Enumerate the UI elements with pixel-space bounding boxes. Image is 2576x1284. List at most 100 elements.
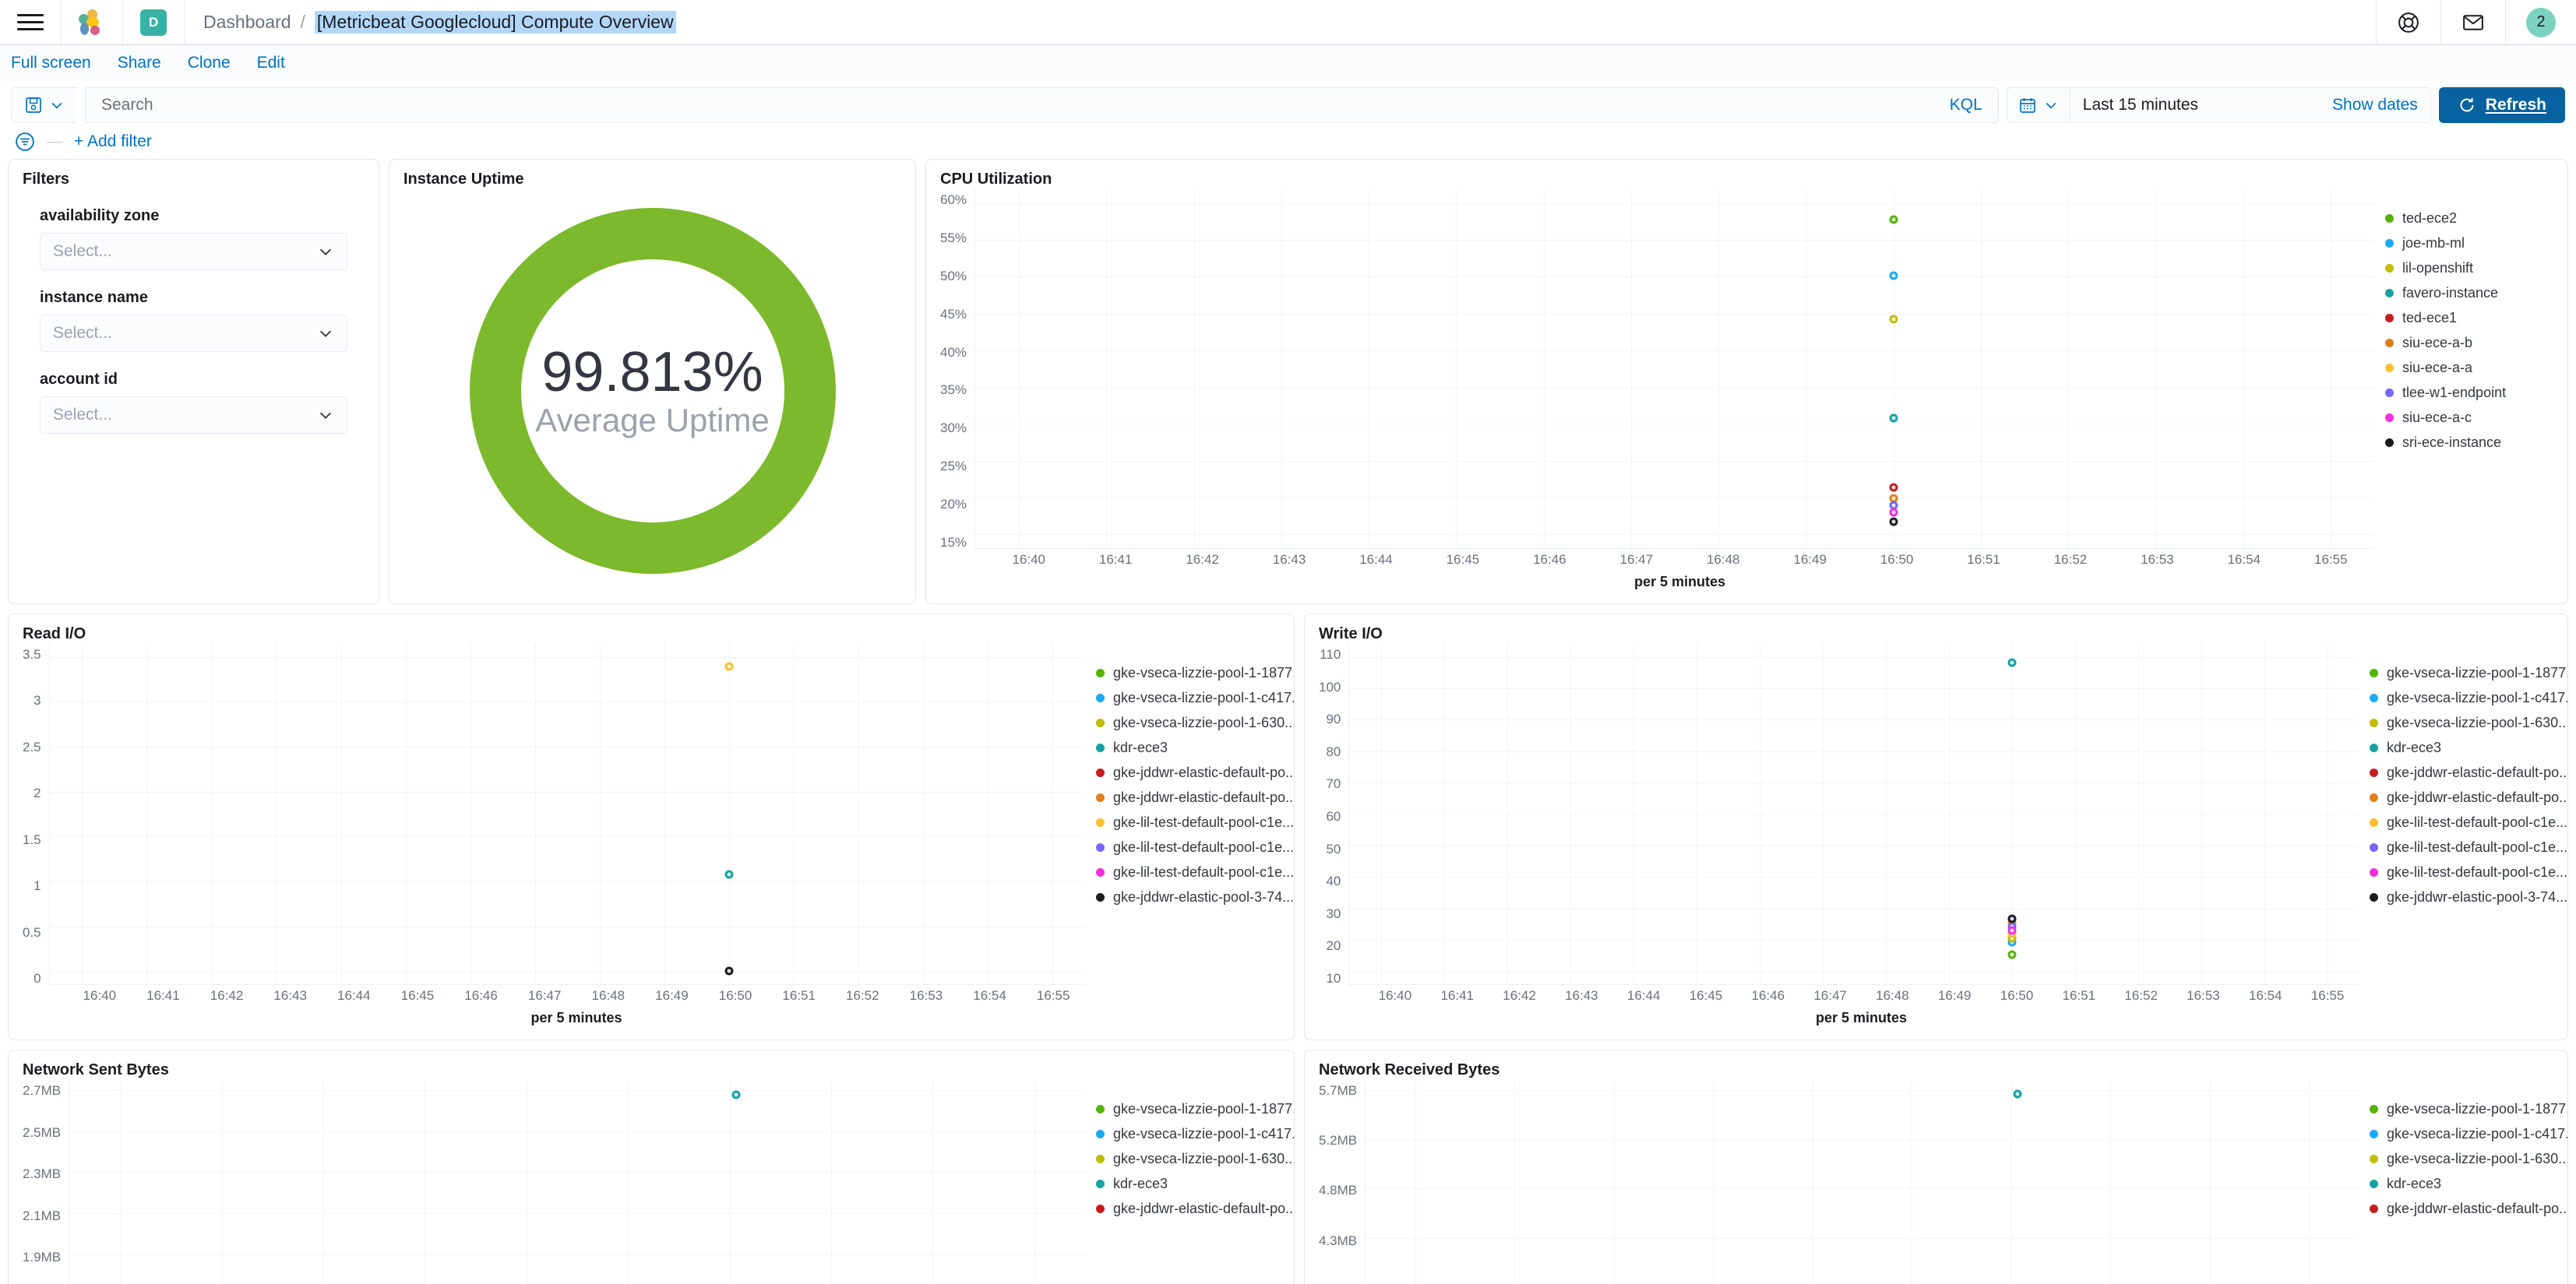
menu-button[interactable] [0,0,62,44]
chart-body: 110 100 90 80 70 60 50 40 30 20 10 16:40 16:41 16:42… [1319,643,2567,1026]
legend-item[interactable]: gke-vseca-lizzie-pool-1-c417... [1096,690,1294,706]
instance-name-select[interactable]: Select... [40,315,347,352]
search-input[interactable]: Search KQL [85,87,1999,123]
legend-item[interactable]: kdr-ece3 [2370,1176,2553,1192]
plot-canvas[interactable] [1348,643,2359,985]
y-tick-label: 4.3MB [1319,1233,1358,1248]
data-point[interactable] [1889,413,1898,423]
page-title[interactable]: [Metricbeat Googlecloud] Compute Overvie… [314,11,676,33]
y-tick-label: 35% [940,382,967,398]
gridline-horizontal [975,276,2374,278]
gridline-vertical [1543,188,1545,549]
gridline-vertical [534,643,536,985]
data-point[interactable] [1889,508,1898,517]
full-screen-button[interactable]: Full screen [11,54,91,72]
legend-item[interactable]: gke-vseca-lizzie-pool-1-1877... [2370,1101,2567,1117]
legend-item[interactable]: gke-jddwr-elastic-pool-3-74... [1096,889,1294,906]
data-point[interactable] [1889,483,1898,492]
data-point[interactable] [1889,315,1898,324]
legend-item[interactable]: kdr-ece3 [1096,740,1280,756]
x-tick-label: 16:41 [1098,552,1133,567]
data-point[interactable] [2007,658,2017,667]
clone-button[interactable]: Clone [188,54,231,72]
x-tick-label: 16:47 [1813,988,1847,1003]
data-point[interactable] [2013,1089,2022,1099]
data-point[interactable] [724,966,734,976]
date-range-value[interactable]: Last 15 minutes [2070,88,2211,122]
legend-item[interactable]: gke-jddwr-elastic-default-po... [2370,765,2567,781]
data-point[interactable] [731,1090,741,1099]
show-dates-button[interactable]: Show dates [2320,88,2430,122]
refresh-button[interactable]: Refresh [2438,87,2565,123]
legend-item[interactable]: sri-ece-instance [2385,434,2553,451]
space-selector[interactable]: D [123,0,185,44]
legend-item[interactable]: gke-vseca-lizzie-pool-1-1877... [1096,665,1294,681]
y-tick-label: 4.8MB [1319,1183,1358,1198]
chevron-down-icon [319,330,332,337]
legend-item[interactable]: gke-vseca-lizzie-pool-1-1877... [1096,1101,1294,1117]
legend-item[interactable]: gke-vseca-lizzie-pool-1-c417... [1096,1126,1294,1142]
availability-zone-select[interactable]: Select... [40,233,347,270]
legend-item[interactable]: gke-vseca-lizzie-pool-1-630... [1096,1151,1294,1167]
legend-item[interactable]: favero-instance [2385,285,2553,301]
legend-item[interactable]: gke-vseca-lizzie-pool-1-1877... [2370,665,2567,681]
saved-query-button[interactable] [11,87,77,123]
edit-button[interactable]: Edit [257,54,285,72]
legend-item[interactable]: gke-vseca-lizzie-pool-1-c417... [2370,1126,2567,1142]
share-button[interactable]: Share [118,54,161,72]
legend-item[interactable]: gke-vseca-lizzie-pool-1-c417... [2370,690,2567,706]
legend-item[interactable]: siu-ece-a-a [2385,360,2553,376]
legend-item[interactable]: kdr-ece3 [2370,740,2553,756]
legend-item[interactable]: gke-jddwr-elastic-default-po... [1096,765,1294,781]
legend-item[interactable]: tlee-w1-endpoint [2385,385,2553,401]
legend-item[interactable]: gke-vseca-lizzie-pool-1-630... [2370,1151,2567,1167]
query-language-button[interactable]: KQL [1950,96,1982,114]
filter-icon[interactable] [14,131,36,153]
add-filter-button[interactable]: + Add filter [74,132,152,151]
field-label: availability zone [40,207,160,224]
legend-item[interactable]: gke-jddwr-elastic-default-po... [2370,790,2567,806]
legend-item[interactable]: gke-jddwr-elastic-default-po... [1096,1201,1294,1217]
data-point[interactable] [2007,914,2017,923]
legend-item[interactable]: siu-ece-a-c [2385,410,2553,426]
legend-color-swatch [2385,239,2394,248]
plot-canvas[interactable] [974,188,2374,549]
legend-color-swatch [2370,1180,2378,1188]
legend-item[interactable]: gke-jddwr-elastic-default-po... [2370,1201,2567,1217]
data-point[interactable] [724,870,734,879]
legend-item[interactable]: kdr-ece3 [1096,1176,1280,1192]
plot-canvas[interactable] [48,643,1085,985]
news-button[interactable] [2440,0,2505,44]
help-button[interactable] [2376,0,2440,44]
legend-item[interactable]: gke-lil-test-default-pool-c1e... [1096,864,1294,881]
legend-item[interactable]: gke-vseca-lizzie-pool-1-630... [2370,715,2567,731]
legend-item[interactable]: joe-mb-ml [2385,235,2553,252]
plot-canvas[interactable] [69,1079,1085,1284]
legend-item[interactable]: gke-jddwr-elastic-pool-3-74... [2370,889,2567,906]
data-point[interactable] [2007,926,2017,935]
x-axis-title: per 5 minutes [1633,574,1726,589]
legend-item[interactable]: gke-lil-test-default-pool-c1e... [2370,814,2567,831]
user-menu-button[interactable]: 2 [2505,0,2576,44]
gridline-vertical [831,1079,833,1284]
data-point[interactable] [1889,517,1898,526]
date-quick-select-button[interactable] [2007,88,2070,122]
legend-item[interactable]: gke-jddwr-elastic-default-po... [1096,790,1294,806]
legend-item[interactable]: siu-ece-a-b [2385,335,2553,351]
data-point[interactable] [1889,215,1898,224]
legend-item[interactable]: ted-ece2 [2385,210,2553,227]
legend-item[interactable]: gke-lil-test-default-pool-c1e... [2370,864,2567,881]
plot-canvas[interactable] [1365,1079,2359,1284]
data-point[interactable] [1889,271,1898,280]
legend-item[interactable]: gke-lil-test-default-pool-c1e... [1096,814,1294,831]
data-point[interactable] [2007,950,2017,959]
legend-item[interactable]: gke-vseca-lizzie-pool-1-630... [1096,715,1294,731]
data-point[interactable] [724,662,734,671]
legend-item[interactable]: lil-openshift [2385,260,2553,276]
legend-item[interactable]: gke-lil-test-default-pool-c1e... [2370,839,2567,856]
legend-item[interactable]: gke-lil-test-default-pool-c1e... [1096,839,1294,856]
elastic-home-link[interactable] [62,0,123,44]
account-id-select[interactable]: Select... [40,396,347,434]
legend-item[interactable]: ted-ece1 [2385,310,2553,326]
breadcrumb-dashboard[interactable]: Dashboard [203,12,291,33]
